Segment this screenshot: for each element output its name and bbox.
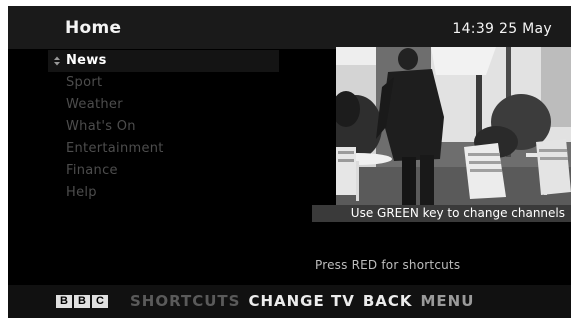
menu-item-label: Entertainment <box>66 141 164 156</box>
menu-item-label: What's On <box>66 119 136 134</box>
main-menu: News Sport Weather What's On Entertainme… <box>48 50 279 204</box>
change-tv-button[interactable]: CHANGE TV <box>248 292 354 310</box>
channel-caption: Use GREEN key to change channels <box>312 205 571 222</box>
menu-item-finance[interactable]: Finance <box>48 160 279 182</box>
bbc-logo-letter: B <box>74 295 90 308</box>
up-down-arrow-icon <box>54 56 60 66</box>
footer-bar: B B C SHORTCUTS CHANGE TV BACK MENU <box>8 285 571 318</box>
menu-item-label: Weather <box>66 97 123 112</box>
tv-frame-image <box>336 47 571 208</box>
bbc-logo: B B C <box>56 295 108 308</box>
menu-item-weather[interactable]: Weather <box>48 94 279 116</box>
menu-item-sport[interactable]: Sport <box>48 72 279 94</box>
channel-caption-text: Use GREEN key to change channels <box>350 206 565 220</box>
back-button[interactable]: BACK <box>363 292 413 310</box>
footer-nav: SHORTCUTS CHANGE TV BACK MENU <box>130 292 474 310</box>
menu-item-label: Sport <box>66 75 103 90</box>
bbc-logo-letter: B <box>56 295 72 308</box>
header-bar: Home 14:39 25 May <box>8 6 571 49</box>
menu-item-label: News <box>66 53 107 68</box>
menu-item-news[interactable]: News <box>48 50 279 72</box>
page-title: Home <box>65 18 122 38</box>
live-tv-preview[interactable] <box>336 47 571 208</box>
shortcuts-button[interactable]: SHORTCUTS <box>130 292 240 310</box>
menu-item-help[interactable]: Help <box>48 182 279 204</box>
menu-item-whats-on[interactable]: What's On <box>48 116 279 138</box>
menu-item-entertainment[interactable]: Entertainment <box>48 138 279 160</box>
tv-screen: Home 14:39 25 May News Sport Weather Wha… <box>8 6 571 318</box>
menu-item-label: Finance <box>66 163 118 178</box>
shortcut-hint: Press RED for shortcuts <box>315 258 461 272</box>
clock: 14:39 25 May <box>452 21 552 37</box>
menu-button[interactable]: MENU <box>421 292 475 310</box>
menu-item-label: Help <box>66 185 97 200</box>
bbc-logo-letter: C <box>92 295 108 308</box>
